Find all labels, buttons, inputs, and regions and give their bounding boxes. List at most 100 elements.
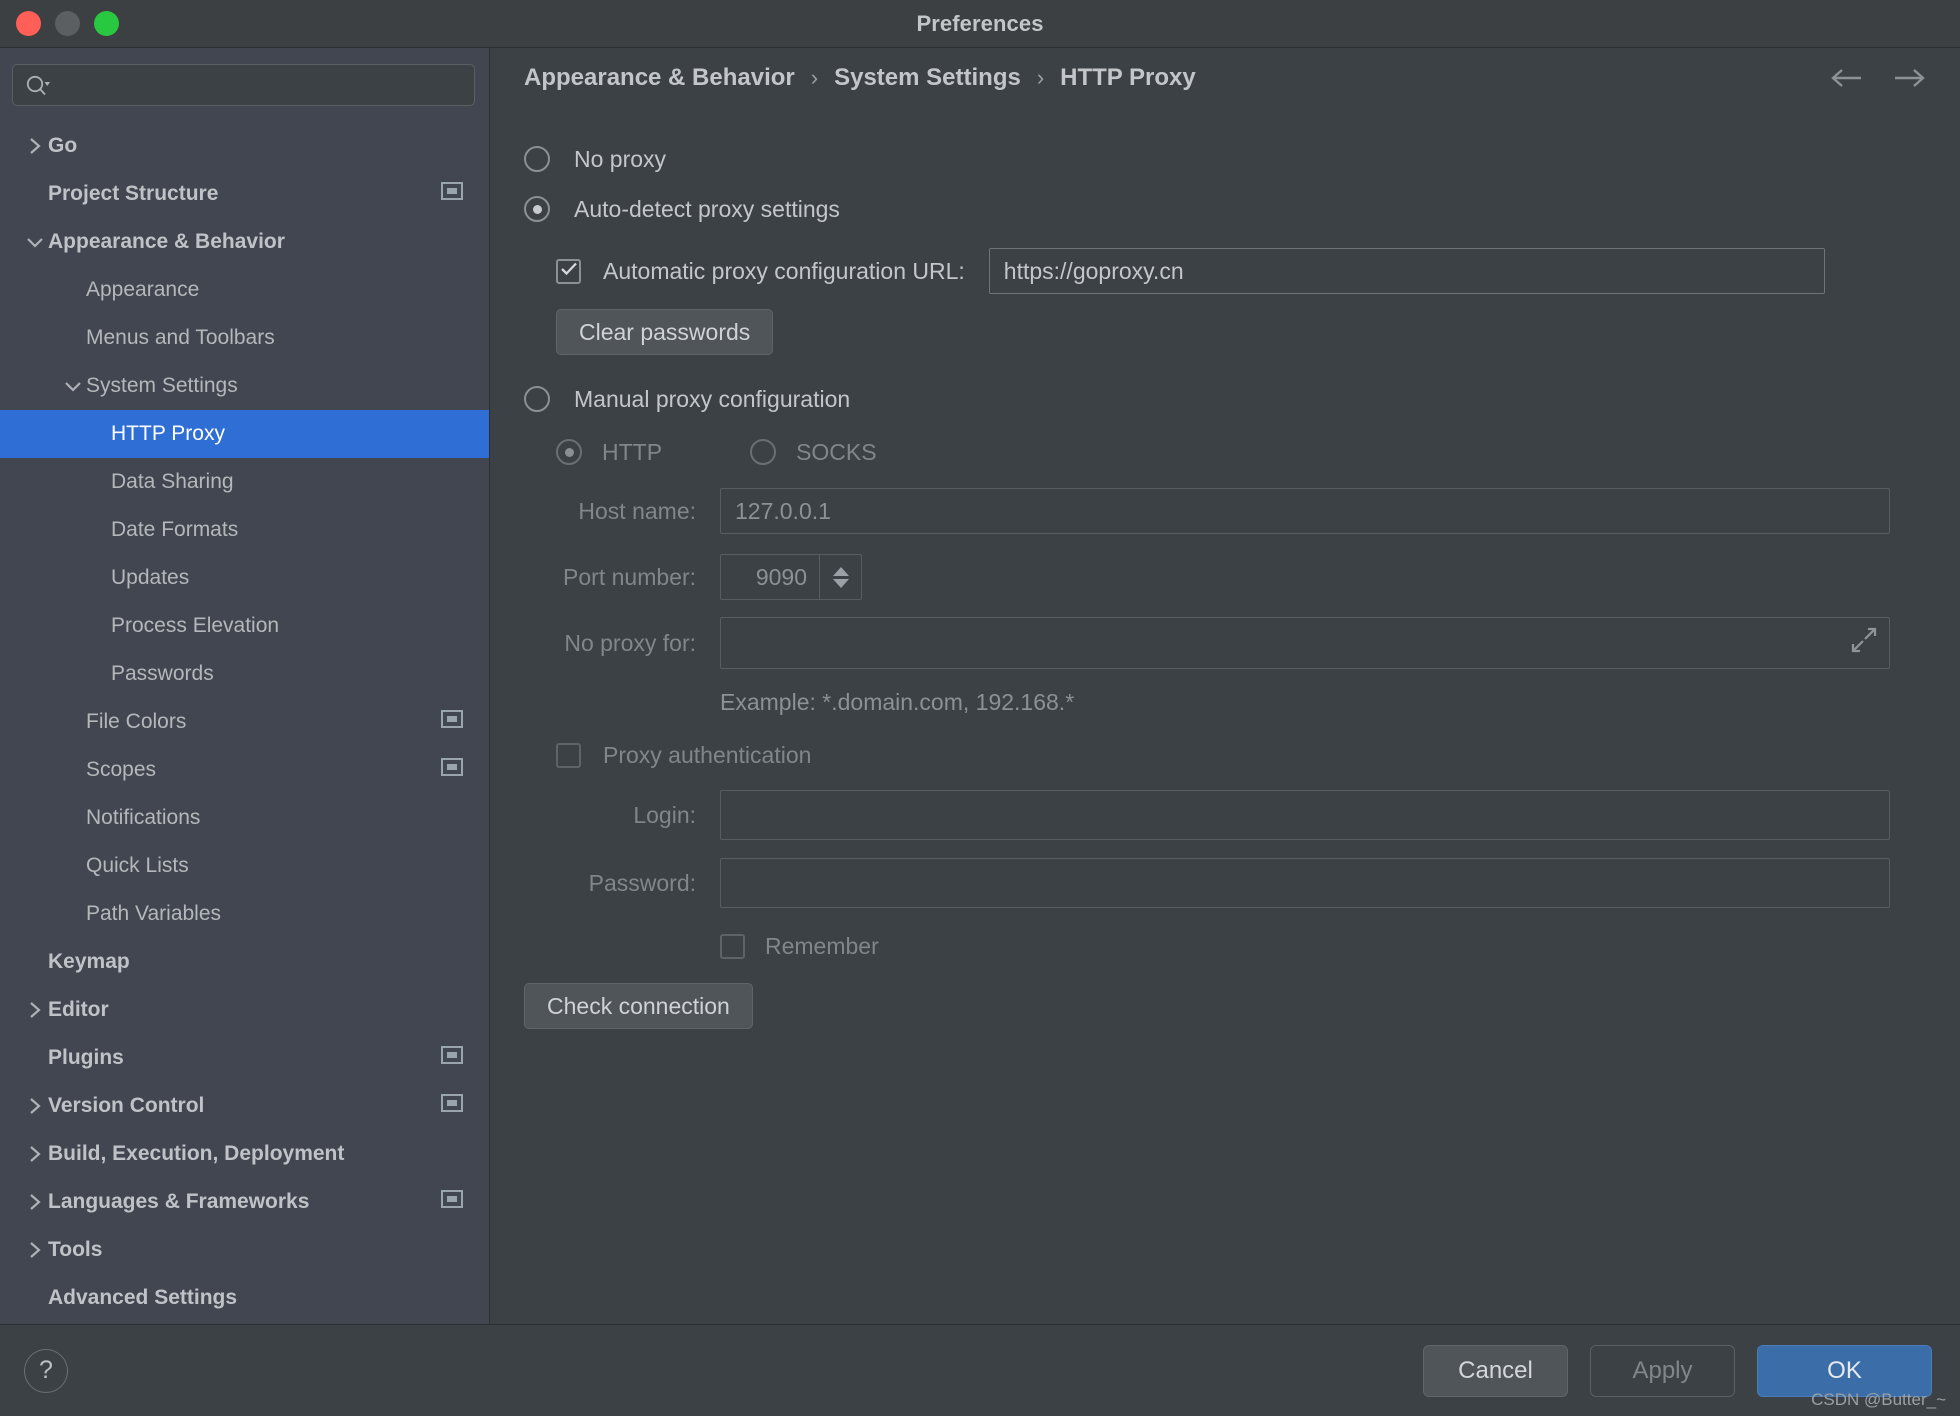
- socks-protocol-label: SOCKS: [796, 439, 877, 466]
- port-number-stepper[interactable]: 9090: [720, 554, 862, 600]
- sidebar-item-http-proxy[interactable]: HTTP Proxy: [0, 410, 489, 458]
- auto-detect-radio[interactable]: [524, 196, 550, 222]
- sidebar-item-path-variables[interactable]: Path Variables: [0, 890, 489, 938]
- zoom-window-button[interactable]: [94, 11, 119, 36]
- sidebar-item-process-elevation[interactable]: Process Elevation: [0, 602, 489, 650]
- remember-checkbox[interactable]: [720, 934, 745, 959]
- settings-sidebar: Go Project Structure Appearance & Behavior…: [0, 48, 490, 1324]
- apply-button[interactable]: Apply: [1590, 1345, 1735, 1397]
- sidebar-item-plugins[interactable]: Plugins: [0, 1034, 489, 1082]
- no-proxy-label: No proxy: [574, 146, 666, 173]
- remember-label: Remember: [765, 933, 879, 960]
- breadcrumb-item-2: HTTP Proxy: [1060, 64, 1196, 92]
- sidebar-item-label: Languages & Frameworks: [48, 1190, 441, 1214]
- no-proxy-radio[interactable]: [524, 146, 550, 172]
- sidebar-item-build-execution-deployment[interactable]: Build, Execution, Deployment: [0, 1130, 489, 1178]
- sidebar-item-passwords[interactable]: Passwords: [0, 650, 489, 698]
- sidebar-item-label: Project Structure: [48, 182, 441, 206]
- project-config-icon: [441, 182, 463, 206]
- sidebar-item-data-sharing[interactable]: Data Sharing: [0, 458, 489, 506]
- sidebar-item-label: Appearance & Behavior: [48, 230, 463, 254]
- search-input[interactable]: [12, 64, 475, 106]
- chevron-right-icon[interactable]: [22, 1000, 48, 1020]
- chevron-right-icon[interactable]: [22, 1240, 48, 1260]
- sidebar-item-label: Advanced Settings: [48, 1286, 463, 1310]
- login-input[interactable]: [720, 790, 1890, 840]
- chevron-right-icon[interactable]: [22, 1192, 48, 1212]
- port-number-value: 9090: [756, 564, 819, 591]
- sidebar-item-label: Notifications: [86, 806, 463, 830]
- sidebar-item-label: Scopes: [86, 758, 441, 782]
- breadcrumb: Appearance & Behavior › System Settings …: [490, 48, 1960, 108]
- sidebar-item-keymap[interactable]: Keymap: [0, 938, 489, 986]
- host-name-input[interactable]: 127.0.0.1: [720, 488, 1890, 534]
- sidebar-item-date-formats[interactable]: Date Formats: [0, 506, 489, 554]
- chevron-right-icon[interactable]: [22, 1144, 48, 1164]
- example-hint: Example: *.domain.com, 192.168.*: [720, 689, 1074, 716]
- breadcrumb-item-1[interactable]: System Settings: [834, 64, 1021, 92]
- sidebar-item-system-settings[interactable]: System Settings: [0, 362, 489, 410]
- stepper-up-icon[interactable]: [833, 567, 849, 576]
- host-name-label: Host name:: [524, 498, 696, 525]
- http-protocol-radio[interactable]: [556, 439, 582, 465]
- auto-detect-option[interactable]: Auto-detect proxy settings: [524, 184, 1926, 234]
- no-proxy-option[interactable]: No proxy: [524, 134, 1926, 184]
- back-arrow-icon[interactable]: [1830, 68, 1864, 88]
- sidebar-item-menus-and-toolbars[interactable]: Menus and Toolbars: [0, 314, 489, 362]
- sidebar-item-advanced-settings[interactable]: Advanced Settings: [0, 1274, 489, 1322]
- no-proxy-for-input[interactable]: [720, 617, 1890, 669]
- manual-proxy-option[interactable]: Manual proxy configuration: [524, 372, 1926, 426]
- no-proxy-for-row: No proxy for:: [524, 610, 1926, 676]
- check-connection-row: Check connection: [524, 974, 1926, 1038]
- main-panel: Appearance & Behavior › System Settings …: [490, 48, 1960, 1324]
- stepper-down-icon[interactable]: [833, 579, 849, 588]
- forward-arrow-icon[interactable]: [1892, 68, 1926, 88]
- port-number-spinner-buttons[interactable]: [819, 555, 861, 599]
- sidebar-item-updates[interactable]: Updates: [0, 554, 489, 602]
- password-input[interactable]: [720, 858, 1890, 908]
- chevron-right-icon[interactable]: [22, 1096, 48, 1116]
- proxy-authentication-row: Proxy authentication: [524, 728, 1926, 782]
- settings-tree: Go Project Structure Appearance & Behavior…: [0, 116, 489, 1324]
- manual-proxy-label: Manual proxy configuration: [574, 386, 850, 413]
- proxy-authentication-checkbox[interactable]: [556, 743, 581, 768]
- close-window-button[interactable]: [16, 11, 41, 36]
- sidebar-item-appearance[interactable]: Appearance: [0, 266, 489, 314]
- password-row: Password:: [524, 848, 1926, 918]
- auto-config-url-label: Automatic proxy configuration URL:: [603, 258, 965, 285]
- auto-config-url-input[interactable]: https://goproxy.cn: [989, 248, 1825, 294]
- sidebar-item-label: Data Sharing: [111, 470, 463, 494]
- auto-config-url-checkbox[interactable]: [556, 259, 581, 284]
- protocol-row: HTTP SOCKS: [524, 426, 1926, 478]
- sidebar-item-version-control[interactable]: Version Control: [0, 1082, 489, 1130]
- search-icon: [25, 74, 51, 96]
- chevron-right-icon[interactable]: [22, 136, 48, 156]
- sidebar-item-project-structure[interactable]: Project Structure: [0, 170, 489, 218]
- cancel-button[interactable]: Cancel: [1423, 1345, 1568, 1397]
- sidebar-item-label: Updates: [111, 566, 463, 590]
- footer-buttons: Cancel Apply OK: [1423, 1345, 1932, 1397]
- project-config-icon: [441, 1046, 463, 1070]
- manual-proxy-radio[interactable]: [524, 386, 550, 412]
- socks-protocol-radio[interactable]: [750, 439, 776, 465]
- sidebar-item-editor[interactable]: Editor: [0, 986, 489, 1034]
- sidebar-item-tools[interactable]: Tools: [0, 1226, 489, 1274]
- minimize-window-button[interactable]: [55, 11, 80, 36]
- breadcrumb-item-0[interactable]: Appearance & Behavior: [524, 64, 795, 92]
- help-button[interactable]: ?: [24, 1349, 68, 1393]
- sidebar-item-file-colors[interactable]: File Colors: [0, 698, 489, 746]
- check-connection-button[interactable]: Check connection: [524, 983, 753, 1029]
- chevron-down-icon[interactable]: [60, 378, 86, 394]
- sidebar-item-appearance-behavior[interactable]: Appearance & Behavior: [0, 218, 489, 266]
- sidebar-item-notifications[interactable]: Notifications: [0, 794, 489, 842]
- sidebar-item-go[interactable]: Go: [0, 122, 489, 170]
- clear-passwords-button[interactable]: Clear passwords: [556, 309, 773, 355]
- chevron-down-icon[interactable]: [22, 234, 48, 250]
- host-name-row: Host name: 127.0.0.1: [524, 478, 1926, 544]
- expand-icon[interactable]: [1851, 627, 1877, 659]
- sidebar-item-quick-lists[interactable]: Quick Lists: [0, 842, 489, 890]
- password-label: Password:: [524, 870, 696, 897]
- sidebar-item-languages-frameworks[interactable]: Languages & Frameworks: [0, 1178, 489, 1226]
- sidebar-item-scopes[interactable]: Scopes: [0, 746, 489, 794]
- ok-button[interactable]: OK: [1757, 1345, 1932, 1397]
